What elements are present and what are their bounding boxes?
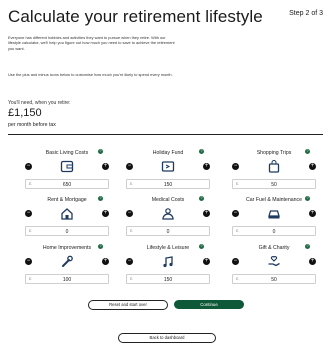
category-lifestyle-leisure: Lifestyle & Leisure ? − + £ 150	[126, 244, 210, 291]
wallet-icon	[60, 160, 74, 173]
category-rent-mortgage: Rent & Mortgage ? − + £ 0	[25, 196, 109, 243]
medical-icon	[161, 207, 175, 220]
amount-input[interactable]: £ 0	[126, 226, 210, 236]
instructions-paragraph: Use the plus and minus icons below to cu…	[8, 72, 173, 77]
amount-value: 50	[271, 276, 277, 283]
shopping-bag-icon	[267, 160, 281, 173]
category-label: Gift & Charity	[258, 245, 290, 251]
decrease-button[interactable]: −	[126, 210, 133, 217]
help-icon[interactable]: ?	[199, 149, 204, 154]
increase-button[interactable]: +	[102, 163, 109, 170]
increase-button[interactable]: +	[203, 258, 210, 265]
category-holiday-fund: Holiday Fund ? − + £ 150	[126, 149, 210, 196]
category-medical-costs: Medical Costs ? − + £ 0	[126, 196, 210, 243]
amount-input[interactable]: £ 650	[25, 179, 109, 189]
category-label: Basic Living Costs	[45, 150, 89, 156]
back-to-dashboard-button[interactable]: Back to dashboard	[118, 333, 216, 343]
help-icon[interactable]: ?	[199, 244, 204, 249]
category-label: Home Improvements	[42, 245, 92, 251]
help-icon[interactable]: ?	[98, 244, 103, 249]
category-basic-living-costs: Basic Living Costs ? − + £ 650	[25, 149, 109, 196]
category-car-fuel-maintenance: Car Fuel & Maintenance ? − + £ 0	[232, 196, 316, 243]
amount-input[interactable]: £ 0	[25, 226, 109, 236]
decrease-button[interactable]: −	[232, 163, 239, 170]
amount-value: 50	[271, 181, 277, 188]
increase-button[interactable]: +	[102, 210, 109, 217]
house-icon	[60, 207, 74, 220]
amount-input[interactable]: £ 100	[25, 274, 109, 284]
increase-button[interactable]: +	[203, 210, 210, 217]
decrease-button[interactable]: −	[126, 163, 133, 170]
page-title: Calculate your retirement lifestyle	[8, 7, 263, 26]
continue-button[interactable]: Continue	[174, 300, 244, 309]
amount-value: 100	[62, 276, 72, 283]
category-label: Holiday Fund	[152, 150, 184, 156]
divider	[8, 134, 323, 135]
amount-value: 0	[65, 228, 69, 235]
wrench-icon	[60, 255, 74, 268]
step-indicator: Step 2 of 3	[289, 10, 323, 17]
period-label: per month before tax	[8, 122, 56, 128]
amount-value: 150	[163, 181, 173, 188]
category-home-improvements: Home Improvements ? − + £ 100	[25, 244, 109, 291]
help-icon[interactable]: ?	[305, 196, 310, 201]
decrease-button[interactable]: −	[232, 210, 239, 217]
hand-heart-icon	[267, 255, 281, 268]
amount-input[interactable]: £ 50	[232, 274, 316, 284]
decrease-button[interactable]: −	[25, 210, 32, 217]
help-icon[interactable]: ?	[98, 149, 103, 154]
category-gift-charity: Gift & Charity ? − + £ 50	[232, 244, 316, 291]
intro-paragraph: Everyone has different hobbies and activ…	[8, 35, 175, 51]
category-label: Shopping Trips	[256, 150, 292, 156]
help-icon[interactable]: ?	[305, 244, 310, 249]
amount-input[interactable]: £ 150	[126, 179, 210, 189]
category-label: Car Fuel & Maintenance	[246, 197, 302, 203]
need-label: You'll need, when you retire:	[8, 100, 71, 106]
reset-button[interactable]: Reset and start over	[88, 300, 168, 310]
decrease-button[interactable]: −	[232, 258, 239, 265]
category-label: Medical Costs	[151, 197, 185, 203]
amount-value: 0	[166, 228, 170, 235]
car-icon	[267, 207, 281, 220]
help-icon[interactable]: ?	[305, 149, 310, 154]
increase-button[interactable]: +	[309, 210, 316, 217]
amount-value: 150	[163, 276, 173, 283]
category-label: Rent & Mortgage	[47, 197, 87, 203]
decrease-button[interactable]: −	[25, 258, 32, 265]
ticket-icon	[161, 160, 175, 173]
increase-button[interactable]: +	[203, 163, 210, 170]
increase-button[interactable]: +	[309, 258, 316, 265]
amount-input[interactable]: £ 50	[232, 179, 316, 189]
category-label: Lifestyle & Leisure	[146, 245, 190, 251]
music-icon	[161, 255, 175, 268]
increase-button[interactable]: +	[102, 258, 109, 265]
increase-button[interactable]: +	[309, 163, 316, 170]
decrease-button[interactable]: −	[126, 258, 133, 265]
amount-value: 650	[62, 181, 72, 188]
help-icon[interactable]: ?	[199, 196, 204, 201]
help-icon[interactable]: ?	[98, 196, 103, 201]
amount-input[interactable]: £ 150	[126, 274, 210, 284]
amount-value: 0	[272, 228, 276, 235]
decrease-button[interactable]: −	[25, 163, 32, 170]
amount-input[interactable]: £ 0	[232, 226, 316, 236]
monthly-amount: £1,150	[8, 107, 42, 119]
category-shopping-trips: Shopping Trips ? − + £ 50	[232, 149, 316, 196]
